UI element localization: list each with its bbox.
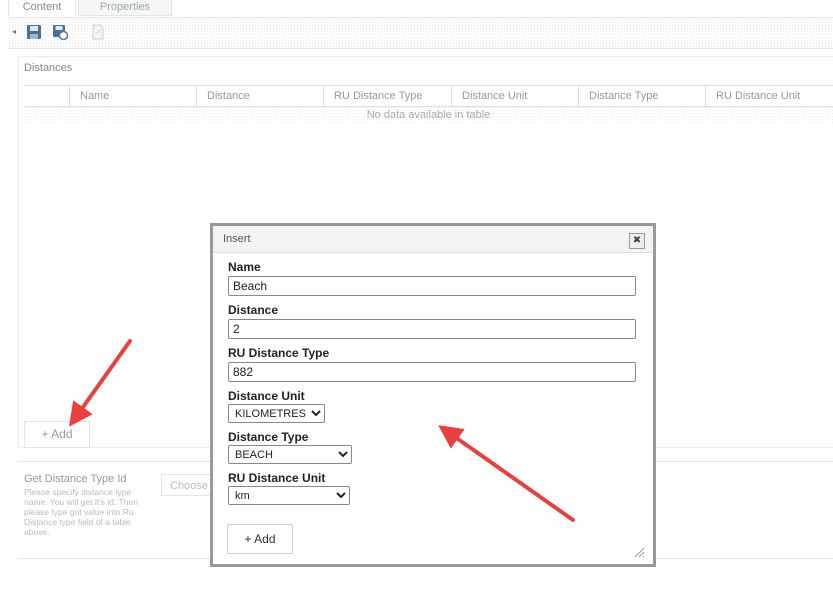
- distance-unit-label: Distance Unit: [228, 389, 305, 403]
- tab-properties[interactable]: Properties: [78, 0, 172, 16]
- save-refresh-icon[interactable]: [52, 24, 68, 40]
- empty-table-message: No data available in table: [24, 106, 833, 124]
- back-arrow-icon[interactable]: ◂: [12, 27, 16, 36]
- tab-content-label: Content: [22, 1, 62, 13]
- distance-type-choose-input[interactable]: Choose: [161, 474, 216, 496]
- insert-dialog: Insert ✖ Name Distance RU Distance Type …: [210, 223, 656, 567]
- toolbar: ◂: [8, 17, 833, 49]
- ru-distance-type-input[interactable]: [228, 362, 636, 382]
- dialog-title: Insert: [223, 233, 251, 245]
- dialog-header: Insert ✖: [213, 226, 653, 253]
- distances-panel-title: Distances: [24, 62, 73, 74]
- distance-input[interactable]: [228, 319, 636, 339]
- resize-grip-icon[interactable]: [633, 546, 645, 558]
- column-header-select: [24, 86, 69, 106]
- table-header: Name Distance RU Distance Type Distance …: [24, 85, 833, 107]
- distance-label: Distance: [228, 303, 279, 317]
- add-row-button[interactable]: + Add: [24, 421, 90, 448]
- column-header-ru-distance-unit[interactable]: RU Distance Unit: [705, 86, 833, 106]
- column-header-distance-type[interactable]: Distance Type: [578, 86, 705, 106]
- get-distance-type-title: Get Distance Type Id: [24, 473, 127, 485]
- page-icon: [92, 24, 104, 40]
- name-input[interactable]: [228, 276, 636, 296]
- distance-type-select[interactable]: BEACH: [228, 445, 352, 464]
- distance-unit-select[interactable]: KILOMETRES: [228, 404, 325, 423]
- name-label: Name: [228, 260, 261, 274]
- plus-icon: +: [41, 427, 49, 441]
- distance-type-label: Distance Type: [228, 430, 309, 444]
- column-header-name[interactable]: Name: [69, 86, 196, 106]
- add-row-label: Add: [51, 427, 73, 441]
- column-header-distance-unit[interactable]: Distance Unit: [451, 86, 578, 106]
- save-icon[interactable]: [26, 24, 42, 40]
- plus-icon: +: [244, 532, 252, 546]
- tab-content[interactable]: Content: [8, 0, 76, 16]
- close-icon[interactable]: ✖: [629, 233, 645, 249]
- get-distance-type-description: Please specify distance type name. You w…: [24, 487, 138, 537]
- ru-distance-type-label: RU Distance Type: [228, 346, 330, 360]
- tab-properties-label: Properties: [99, 1, 151, 13]
- dialog-add-button[interactable]: + Add: [227, 524, 293, 554]
- ru-distance-unit-select[interactable]: km: [228, 486, 350, 505]
- column-header-ru-distance-type[interactable]: RU Distance Type: [323, 86, 451, 106]
- dialog-add-label: Add: [254, 532, 276, 546]
- column-header-distance[interactable]: Distance: [196, 86, 323, 106]
- ru-distance-unit-label: RU Distance Unit: [228, 471, 326, 485]
